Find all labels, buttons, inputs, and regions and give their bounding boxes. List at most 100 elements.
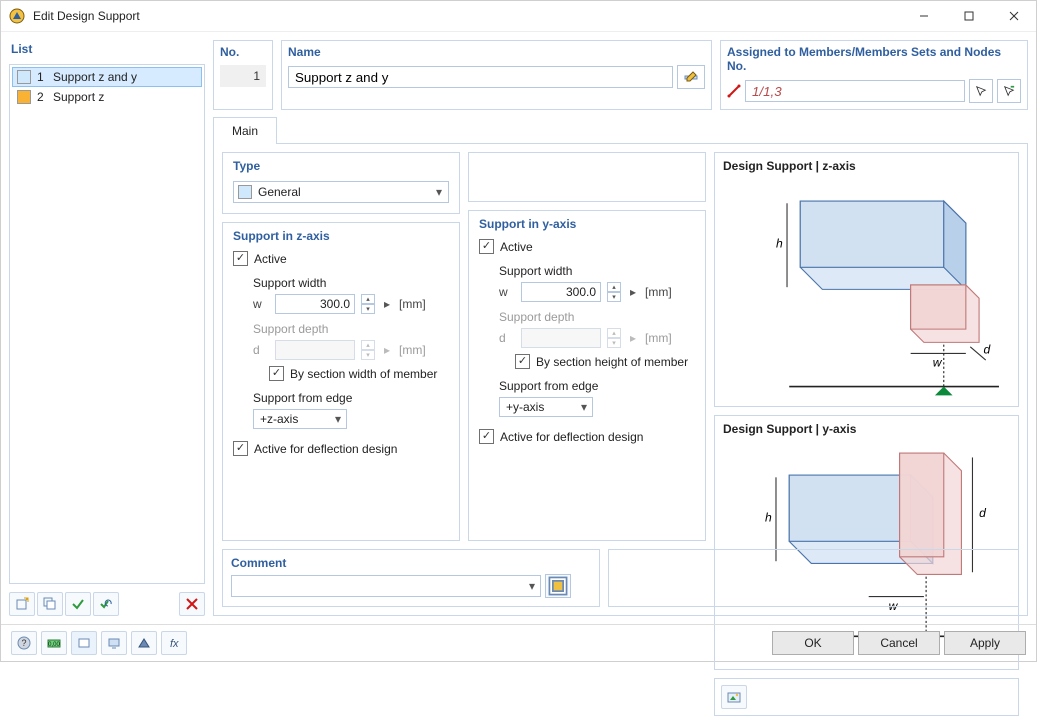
chevron-down-icon: ▾ (524, 579, 540, 593)
z-edge-dropdown[interactable]: +z-axis ▾ (253, 409, 347, 429)
list-swatch (17, 90, 31, 104)
z-active-checkbox[interactable] (233, 251, 248, 266)
z-width-spinner[interactable]: ▴▾ (361, 294, 375, 314)
y-active-checkbox[interactable] (479, 239, 494, 254)
y-width-input[interactable]: 300.0 (521, 282, 601, 302)
z-deflection-checkbox[interactable] (233, 441, 248, 456)
comment-right-fill (608, 549, 1019, 607)
app-icon (9, 8, 25, 24)
z-depth-label: Support depth (253, 322, 449, 336)
list-index: 1 (37, 70, 47, 84)
comment-legend: Comment (231, 556, 591, 570)
y-deflection-checkbox[interactable] (479, 429, 494, 444)
preview-y-title: Design Support | y-axis (723, 422, 1010, 436)
help-button[interactable]: ? (11, 631, 37, 655)
list-header: List (9, 40, 205, 60)
svg-text:h: h (776, 236, 783, 250)
z-active-label: Active (254, 252, 287, 266)
minimize-button[interactable] (901, 1, 946, 31)
comment-dropdown[interactable]: ▾ (231, 575, 541, 597)
name-box: Name (281, 40, 712, 110)
assigned-header: Assigned to Members/Members Sets and Nod… (721, 41, 1027, 79)
list-box[interactable]: 1Support z and y2Support z (9, 64, 205, 584)
new-item-button[interactable] (9, 592, 35, 616)
function-button[interactable]: fx (161, 631, 187, 655)
support-y-fieldset: Support in y-axis Active Support width w… (468, 210, 706, 541)
copy-item-button[interactable] (37, 592, 63, 616)
y-width-spinner[interactable]: ▴▾ (607, 282, 621, 302)
name-header: Name (282, 41, 711, 65)
z-depth-unit: [mm] (399, 343, 426, 357)
support-z-fieldset: Support in z-axis Active Support width w… (222, 222, 460, 541)
y-width-pick-icon[interactable]: ▸ (627, 282, 639, 302)
support-z-legend: Support in z-axis (233, 229, 449, 243)
name-input[interactable] (288, 66, 673, 88)
material-button[interactable] (131, 631, 157, 655)
y-bysection-label: By section height of member (536, 355, 688, 369)
dialog-window: Edit Design Support List 1Support z and … (0, 0, 1037, 662)
y-bysection-checkbox[interactable] (515, 354, 530, 369)
y-depth-input (521, 328, 601, 348)
z-depth-pick-icon: ▸ (381, 340, 393, 360)
type-dropdown[interactable]: General ▾ (233, 181, 449, 203)
check-green-button[interactable] (65, 592, 91, 616)
z-width-unit: [mm] (399, 297, 426, 311)
preview-image-button[interactable] (721, 685, 747, 709)
cancel-button[interactable]: Cancel (858, 631, 940, 655)
z-edge-value: +z-axis (260, 412, 298, 426)
close-window-button[interactable] (991, 1, 1036, 31)
maximize-button[interactable] (946, 1, 991, 31)
assigned-box: Assigned to Members/Members Sets and Nod… (720, 40, 1028, 110)
ok-button[interactable]: OK (772, 631, 854, 655)
z-deflection-label: Active for deflection design (254, 442, 397, 456)
pick-member-button[interactable] (969, 79, 993, 103)
name-edit-button[interactable] (677, 65, 705, 89)
window-title: Edit Design Support (33, 9, 140, 23)
list-swatch (17, 70, 31, 84)
chevron-down-icon: ▾ (576, 400, 592, 414)
list-item[interactable]: 2Support z (12, 87, 202, 107)
member-icon (727, 84, 741, 98)
svg-text:0,00: 0,00 (48, 642, 60, 648)
z-width-sym: w (253, 297, 269, 311)
list-label: Support z (53, 90, 104, 104)
z-edge-label: Support from edge (253, 391, 449, 405)
y-depth-label: Support depth (499, 310, 695, 324)
z-bysection-label: By section width of member (290, 367, 437, 381)
svg-text:?: ? (21, 638, 26, 648)
y-depth-pick-icon: ▸ (627, 328, 639, 348)
y-width-sym: w (499, 285, 515, 299)
preview-footer (714, 678, 1019, 716)
apply-button[interactable]: Apply (944, 631, 1026, 655)
list-panel: List 1Support z and y2Support z (9, 40, 205, 616)
y-edge-dropdown[interactable]: +y-axis ▾ (499, 397, 593, 417)
z-width-pick-icon[interactable]: ▸ (381, 294, 393, 314)
svg-text:d: d (979, 506, 987, 520)
bottom-bar: ? 0,00 fx OK Cancel Apply (1, 624, 1036, 661)
units-button[interactable]: 0,00 (41, 631, 67, 655)
list-toolbar (9, 588, 205, 616)
check-refresh-button[interactable] (93, 592, 119, 616)
y-depth-sym: d (499, 331, 515, 345)
comment-library-button[interactable] (545, 574, 571, 598)
list-item[interactable]: 1Support z and y (12, 67, 202, 87)
column-z: Type General ▾ Suppo (222, 152, 460, 541)
z-bysection-checkbox[interactable] (269, 366, 284, 381)
type-fieldset: Type General ▾ (222, 152, 460, 214)
z-depth-input (275, 340, 355, 360)
z-width-input[interactable]: 300.0 (275, 294, 355, 314)
view-button[interactable] (71, 631, 97, 655)
no-box: No. 1 (213, 40, 273, 110)
tab-pane-main: Type General ▾ Suppo (213, 144, 1028, 616)
display-button[interactable] (101, 631, 127, 655)
tab-main[interactable]: Main (213, 117, 277, 144)
pick-member-apply-button[interactable] (997, 79, 1021, 103)
y-deflection-label: Active for deflection design (500, 430, 643, 444)
assigned-input[interactable] (745, 80, 965, 102)
svg-text:d: d (984, 342, 992, 356)
chevron-down-icon: ▾ (430, 185, 448, 199)
delete-item-button[interactable] (179, 592, 205, 616)
comment-fieldset: Comment ▾ (222, 549, 600, 607)
no-value: 1 (220, 65, 266, 87)
support-y-legend: Support in y-axis (479, 217, 695, 231)
